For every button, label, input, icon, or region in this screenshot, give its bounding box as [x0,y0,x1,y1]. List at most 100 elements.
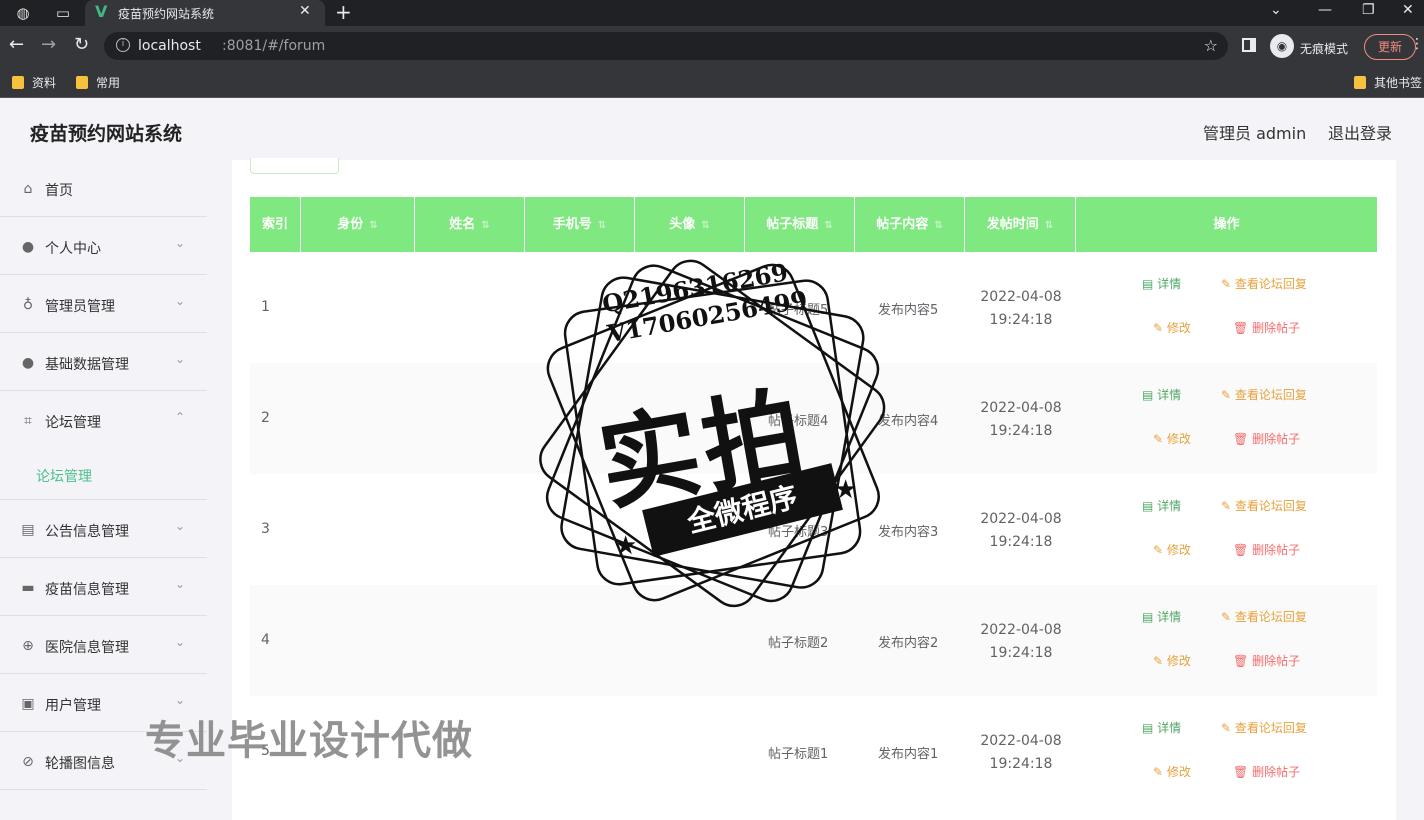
tab-close-icon[interactable]: ✕ [299,3,311,19]
sort-icon[interactable]: ⇅ [1045,220,1053,231]
edit-label: 修改 [1166,765,1191,779]
browser-tab[interactable]: V 疫苗预约网站系统 ✕ [85,0,325,26]
menu-dots-icon[interactable]: ⋮ [1410,36,1424,52]
cell-title: 帖子标题2 [768,636,829,651]
sort-icon[interactable]: ⇅ [934,220,942,231]
user-icon: ● [21,355,35,371]
browser-tabbar: ◍ ▭ V 疫苗预约网站系统 ✕ + ⌄ — ❐ ✕ [0,0,1424,26]
detail-button[interactable]: ▤ 详情 [1142,608,1181,625]
cell-date: 2022-04-08 [980,733,1062,749]
restore-icon[interactable]: ❐ [1362,2,1375,18]
sort-icon[interactable]: ⇅ [481,220,489,231]
incognito-label: 无痕模式 [1300,42,1349,56]
detail-button[interactable]: ▤ 详情 [1142,719,1181,736]
forward-icon[interactable]: → [41,35,56,55]
bookmark-folder[interactable]: 资料 [12,74,56,91]
edit-button[interactable]: ✎ 修改 [1153,652,1191,669]
incognito-icon[interactable]: ◉ [1270,34,1294,58]
update-button[interactable]: 更新 [1364,34,1416,60]
delete-button[interactable]: 🗑 删除帖子 [1233,430,1300,447]
detail-button[interactable]: ▤ 详情 [1142,386,1181,403]
logout-link[interactable]: 退出登录 [1328,120,1392,144]
admin-label: 管理员 admin [1203,124,1307,143]
cell-time: 2022-04-08 19:24:18 [966,619,1076,665]
sidebar-item-label: 管理员管理 [45,299,115,315]
vue-favicon-icon: V [95,2,108,21]
tab-list-icon[interactable]: ▭ [54,4,72,22]
sidebar-item-forum[interactable]: ⌗ 论坛管理 ⌃ [0,391,207,449]
th-post-time[interactable]: 发帖时间 ⇅ [965,197,1076,252]
edit-button[interactable]: ✎ 修改 [1153,319,1191,336]
view-replies-label: 查看论坛回复 [1234,610,1307,624]
minimize-icon[interactable]: — [1318,2,1332,18]
sidebar-subitem-forum[interactable]: 论坛管理 [0,450,207,500]
chevron-down-icon: ⌄ [175,294,186,308]
tab-search-chevron-icon[interactable]: ⌄ [1270,2,1282,18]
cell-title: 帖子标题1 [768,747,829,762]
th-identity[interactable]: 身份 ⇅ [301,197,415,252]
compass-icon: ⊘ [22,754,34,770]
delete-button[interactable]: 🗑 删除帖子 [1233,319,1300,336]
th-index: 索引 [250,197,301,252]
cell-date: 2022-04-08 [980,511,1062,527]
delete-button[interactable]: 🗑 删除帖子 [1233,763,1300,780]
sidebar-item-label: 个人中心 [45,241,101,257]
sort-icon[interactable]: ⇅ [701,220,709,231]
side-panel-icon[interactable] [1242,38,1256,52]
other-bookmarks-label: 其他书签 [1374,76,1423,90]
cell-date: 2022-04-08 [980,289,1062,305]
view-replies-button[interactable]: ✎ 查看论坛回复 [1221,497,1307,514]
sort-icon[interactable]: ⇅ [824,220,832,231]
toolbar-button[interactable] [250,158,339,174]
sidebar-item-admins[interactable]: ♁ 管理员管理 ⌄ [0,275,207,333]
cell-index: 4 [261,632,270,648]
sidebar-item-profile[interactable]: ● 个人中心 ⌄ [0,217,207,275]
edit-button[interactable]: ✎ 修改 [1153,430,1191,447]
sidebar-item-hospitals[interactable]: ⊕ 医院信息管理 ⌄ [0,616,207,674]
sidebar-item-notices[interactable]: ▤ 公告信息管理 ⌄ [0,500,207,558]
sidebar-item-base-data[interactable]: ● 基础数据管理 ⌄ [0,333,207,391]
sort-icon[interactable]: ⇅ [369,220,377,231]
user-icon: ● [21,239,35,255]
cell-content: 发布内容2 [878,636,939,651]
view-replies-button[interactable]: ✎ 查看论坛回复 [1221,608,1307,625]
edit-button[interactable]: ✎ 修改 [1153,763,1191,780]
back-icon[interactable]: ← [9,35,24,55]
detail-label: 详情 [1157,721,1182,735]
view-replies-button[interactable]: ✎ 查看论坛回复 [1221,719,1307,736]
bookmark-folder[interactable]: 常用 [76,74,120,91]
reload-icon[interactable]: ↻ [74,35,89,55]
th-name[interactable]: 姓名 ⇅ [415,197,525,252]
new-tab-icon[interactable]: + [335,1,352,23]
cell-clock: 19:24:18 [989,423,1053,439]
sidebar-item-vaccines[interactable]: ▬ 疫苗信息管理 ⌄ [0,558,207,616]
th-label: 发帖时间 [986,217,1039,232]
app-header: 疫苗预约网站系统 管理员 admin 退出登录 [0,99,1424,163]
detail-button[interactable]: ▤ 详情 [1142,275,1181,292]
detail-label: 详情 [1157,388,1182,402]
th-label: 姓名 [449,217,476,232]
view-replies-button[interactable]: ✎ 查看论坛回复 [1221,275,1307,292]
clipboard-icon: ▣ [21,696,35,712]
close-window-icon[interactable]: ✕ [1402,2,1414,18]
url-path: :8081/#/forum [222,38,326,54]
other-bookmarks[interactable]: 其他书签 [1354,74,1422,91]
site-info-icon[interactable]: i [116,38,130,52]
address-bar[interactable]: i localhost :8081/#/forum ☆ [104,32,1228,60]
folder-icon [12,76,24,89]
sidebar-item-home[interactable]: ⌂ 首页 [0,160,207,217]
delete-button[interactable]: 🗑 删除帖子 [1233,541,1300,558]
delete-label: 删除帖子 [1252,432,1301,446]
delete-button[interactable]: 🗑 删除帖子 [1233,652,1300,669]
view-replies-label: 查看论坛回复 [1234,721,1307,735]
cell-date: 2022-04-08 [980,400,1062,416]
detail-button[interactable]: ▤ 详情 [1142,497,1181,514]
sort-icon[interactable]: ⇅ [598,220,606,231]
view-replies-button[interactable]: ✎ 查看论坛回复 [1221,386,1307,403]
th-label: 索引 [261,217,288,232]
browser-globe-icon[interactable]: ◍ [14,4,32,22]
cell-time: 2022-04-08 19:24:18 [966,397,1076,443]
bookmark-star-icon[interactable]: ☆ [1204,36,1218,55]
edit-button[interactable]: ✎ 修改 [1153,541,1191,558]
chart-icon: ▤ [21,522,35,538]
